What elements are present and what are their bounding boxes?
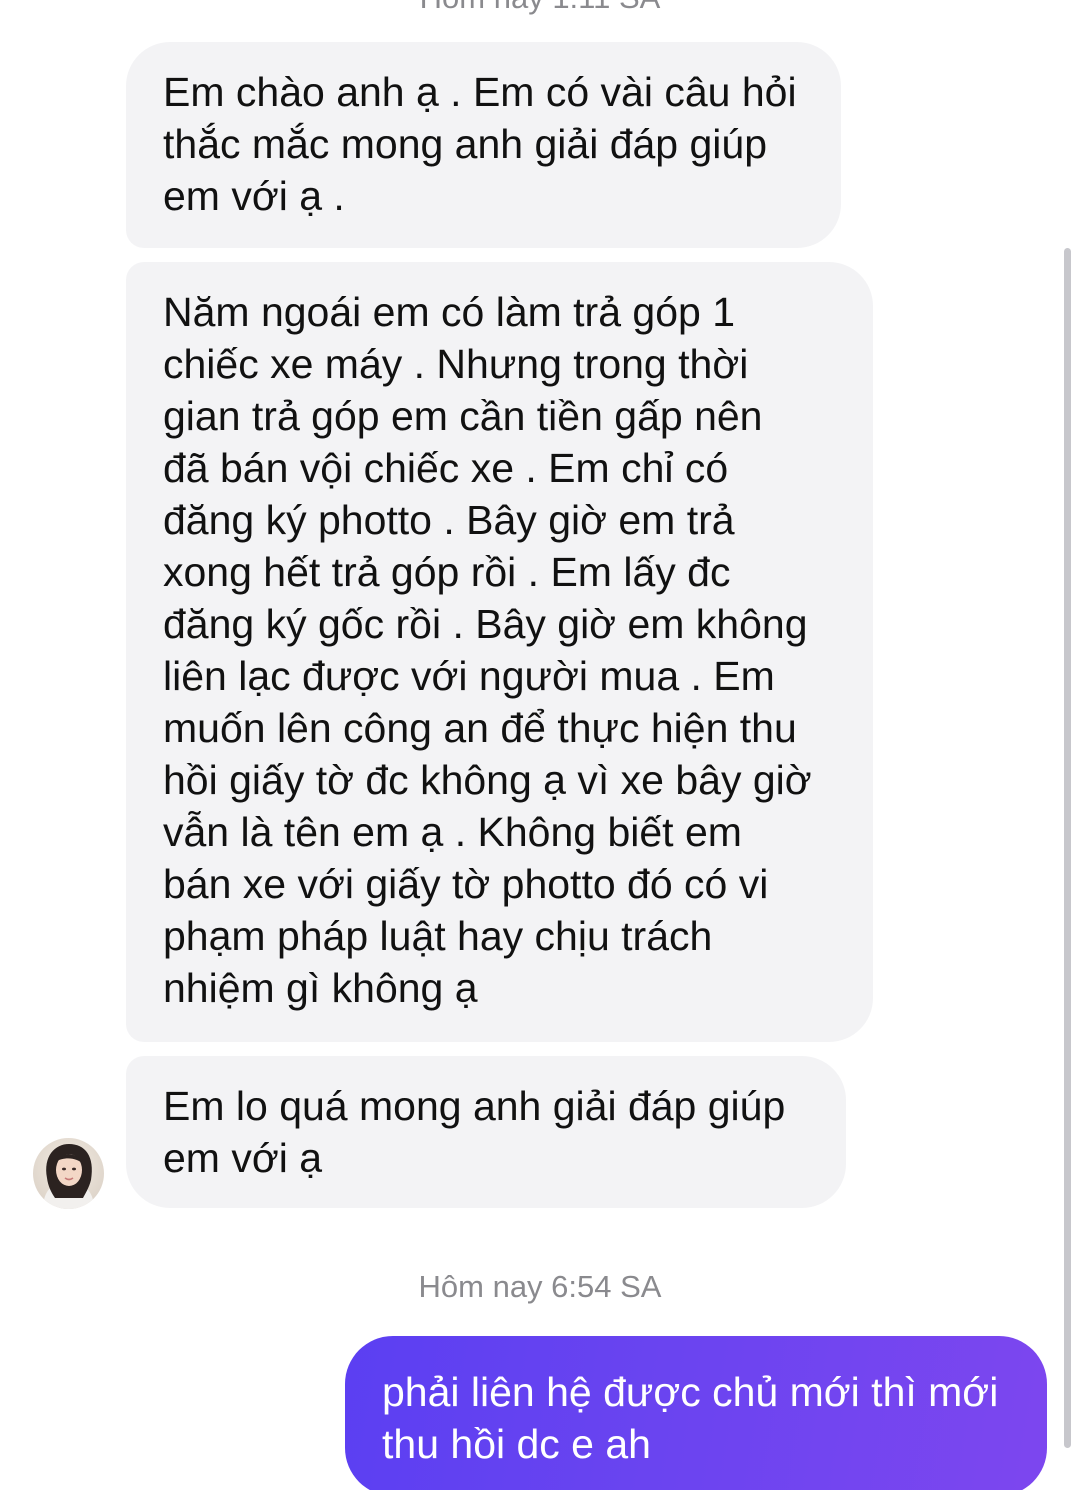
outgoing-message-bubble[interactable]: phải liên hệ được chủ mới thì mới thu hồ…	[345, 1336, 1047, 1490]
avatar-photo-icon	[33, 1138, 104, 1209]
contact-avatar[interactable]	[33, 1138, 104, 1209]
timestamp-divider: Hôm nay 6:54 SA	[418, 1269, 662, 1304]
scrollbar[interactable]	[1064, 248, 1071, 1448]
incoming-message-bubble[interactable]: Em chào anh ạ . Em có vài câu hỏi thắc m…	[126, 42, 841, 248]
incoming-message-bubble[interactable]: Em lo quá mong anh giải đáp giúp em với …	[126, 1056, 846, 1208]
timestamp-top: Hôm nay 1:11 SA	[0, 0, 1080, 18]
incoming-message-bubble[interactable]: Năm ngoái em có làm trả góp 1 chiếc xe m…	[126, 262, 873, 1042]
chat-screen: Hôm nay 1:11 SA Em chào anh ạ . Em có và…	[0, 0, 1080, 1490]
